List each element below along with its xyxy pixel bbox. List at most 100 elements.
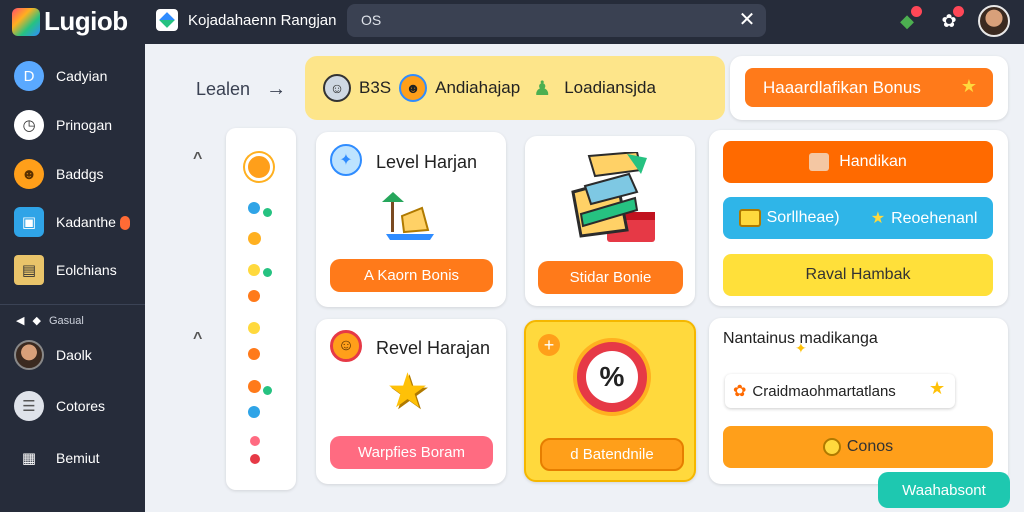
timeline-dot[interactable]: [263, 268, 272, 277]
sidebar-item-eolchians[interactable]: ▤ Eolchians: [14, 255, 117, 285]
sidebar: D Cadyian ◷ Prinogan ☻ Baddgs ▣ Kadanthe…: [0, 44, 145, 512]
flower-icon: ✿: [733, 383, 747, 400]
offer-chip-label: Craidmaohmartatlans: [752, 382, 896, 400]
share-right[interactable]: ★ Reoehenanl: [871, 208, 978, 228]
timeline-dot[interactable]: [263, 208, 272, 217]
top-icons: ◆ ✿: [894, 5, 1010, 37]
coin-icon: [822, 438, 841, 456]
sidebar-divider: [0, 304, 145, 305]
search-bar[interactable]: OS ✕: [347, 4, 766, 37]
sidebar-item-cotores[interactable]: ☰ Cotores: [14, 391, 105, 421]
timeline-dot[interactable]: [248, 348, 260, 360]
chevron-up-icon[interactable]: ^: [193, 330, 202, 348]
reward-card-1-button[interactable]: Stidar Bonie: [538, 261, 683, 294]
sidebar-item-label: Cadyian: [56, 68, 108, 84]
app-title: Kojadahaenn Rangjan: [188, 11, 337, 29]
timeline-dot[interactable]: [248, 406, 260, 418]
store-icon: ▦: [21, 450, 37, 467]
speaker-icon: ◀: [16, 315, 25, 327]
sidebar-section-header: ◀ ◆ Gasual: [16, 314, 84, 328]
sidebar-item-label: Kadanthe: [56, 214, 130, 231]
banner-item-1: B3S: [359, 78, 392, 97]
camera-icon: ▣: [14, 207, 44, 237]
offer-chip[interactable]: ✿ Craidmaohmartatlans: [725, 374, 955, 408]
face-icon: ☺: [323, 74, 351, 102]
timeline-dot[interactable]: [248, 264, 260, 276]
claim-bonus-button[interactable]: Haaardlafikan Bonus ★: [745, 68, 993, 107]
timeline-dot[interactable]: [248, 232, 261, 245]
timeline-dot[interactable]: [250, 436, 260, 446]
sidebar-item-label: Eolchians: [56, 262, 117, 278]
breadcrumb: Lealen →: [196, 78, 286, 101]
island-treasure-icon: [382, 192, 434, 240]
timeline-dot[interactable]: [248, 322, 260, 334]
section-label: Gasual: [48, 314, 84, 327]
timeline-dot[interactable]: [248, 202, 260, 214]
app-logo[interactable]: Lugiob: [12, 6, 128, 37]
document-icon: ▤: [14, 255, 44, 285]
claim-bonus-label: Haaardlafikan Bonus: [763, 77, 921, 97]
globe-icon: D: [14, 61, 44, 91]
level-card-1-button[interactable]: A Kaorn Bonis: [330, 259, 493, 292]
handikan-button[interactable]: Handikan: [723, 141, 993, 183]
settings-icon[interactable]: ✿: [936, 6, 964, 34]
share-left[interactable]: Sorllheae): [738, 208, 840, 227]
notification-dot: [911, 6, 922, 17]
reward-card-1: Stidar Bonie: [525, 136, 695, 306]
gift-icon[interactable]: ◆: [894, 6, 922, 34]
sidebar-item-kadanthe[interactable]: ▣ Kadanthe: [14, 207, 130, 237]
bird-icon: ✦: [330, 144, 362, 176]
app-title-group: Kojadahaenn Rangjan: [156, 9, 336, 31]
timeline-badge-icon: [245, 153, 273, 181]
app-icon: [156, 9, 178, 31]
star-icon: ★: [960, 76, 977, 96]
timeline-dot[interactable]: [248, 380, 261, 393]
handikan-label: Handikan: [839, 153, 907, 170]
sidebar-item-baddgs[interactable]: ☻ Baddgs: [14, 159, 103, 189]
logo-text: Lugiob: [44, 6, 128, 36]
timeline-dot[interactable]: [250, 454, 260, 464]
reward-card-2-button[interactable]: d Batendnile: [540, 438, 684, 471]
timeline-dot[interactable]: [248, 290, 260, 302]
card-title: Revel Harajan: [376, 338, 491, 358]
sidebar-item-label: Cotores: [56, 398, 106, 414]
user-avatar[interactable]: [978, 5, 1010, 37]
clock-icon: ◷: [14, 110, 44, 140]
banner-item-3: Loadiansjda: [564, 78, 656, 97]
conos-label: Conos: [846, 438, 894, 455]
card-title: Level Harjan: [376, 152, 478, 172]
sparkle-icon: ✦: [795, 340, 807, 356]
star-icon: ★: [870, 210, 886, 227]
plus-icon[interactable]: +: [538, 334, 560, 356]
progress-timeline: [226, 128, 296, 490]
sidebar-item-cadyian[interactable]: D Cadyian: [14, 61, 107, 91]
level-card-2-button[interactable]: Warpfies Boram: [330, 436, 493, 469]
level-card-2: ☺ Revel Harajan ★ Warpfies Boram: [316, 319, 506, 484]
treasure-chest-icon: [571, 152, 655, 242]
search-input[interactable]: OS: [361, 12, 381, 28]
robot-icon: ♟: [533, 77, 552, 100]
timeline-dot[interactable]: [263, 386, 272, 395]
top-bar: Lugiob Kojadahaenn Rangjan OS ✕ ◆ ✿: [0, 0, 1024, 44]
book-icon: [738, 208, 761, 227]
level-card-1: ✦ Level Harjan A Kaorn Bonis: [316, 132, 506, 307]
actions-card: Handikan Sorllheae) ★ Reoehenanl Raval Ha…: [709, 130, 1008, 306]
badge-face-icon: ☻: [14, 159, 44, 189]
sidebar-item-label: Bemiut: [56, 450, 100, 466]
sidebar-item-bemiut[interactable]: ▦ Bemiut: [14, 443, 100, 473]
star-icon: ★: [929, 378, 946, 398]
conos-button[interactable]: Conos: [723, 426, 993, 468]
sidebar-item-prinogan[interactable]: ◷ Prinogan: [14, 110, 112, 140]
raval-hambak-button[interactable]: Raval Hambak: [723, 254, 993, 296]
notification-badge: [119, 216, 130, 231]
close-icon[interactable]: ✕: [736, 9, 758, 31]
share-bar[interactable]: Sorllheae) ★ Reoehenanl: [723, 197, 993, 239]
breadcrumb-label[interactable]: Lealen: [196, 79, 250, 100]
offers-card: Nantainus madikanga ✦ ✿ Craidmaohmartatl…: [709, 318, 1008, 484]
floating-action-button[interactable]: Waahabsont: [878, 472, 1010, 508]
sidebar-item-daolk[interactable]: Daolk: [14, 340, 92, 370]
arrow-right-icon[interactable]: →: [266, 78, 286, 101]
emoji-icon: ☺: [330, 330, 362, 362]
profile-avatar-icon: [14, 340, 44, 370]
chevron-up-icon[interactable]: ^: [193, 150, 202, 168]
